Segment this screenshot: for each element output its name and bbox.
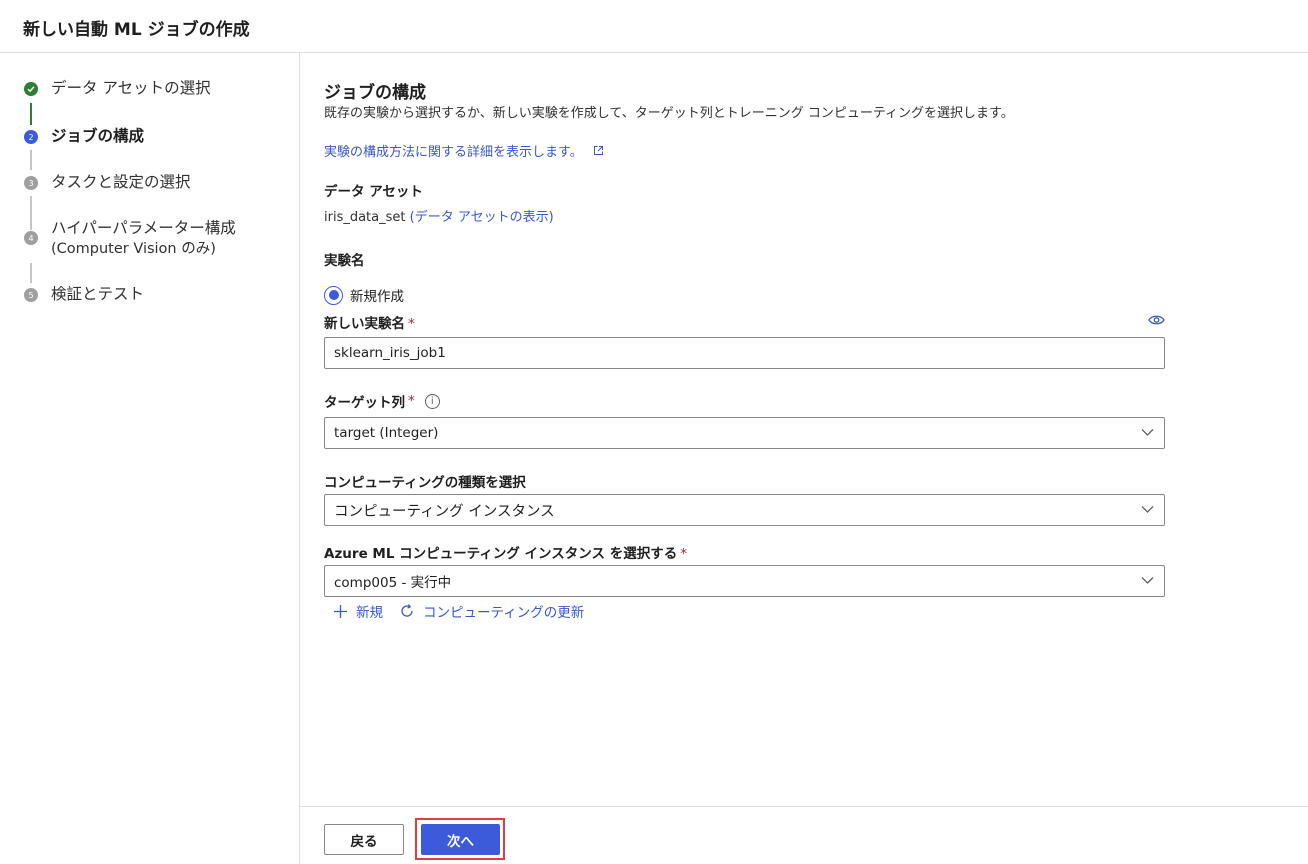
dropdown-value: comp005 - 実行中 <box>334 575 452 591</box>
step-number: 4 <box>24 231 38 245</box>
target-column-dropdown[interactable]: target (Integer) <box>324 417 1165 449</box>
step-data-asset[interactable]: データ アセットの選択 <box>24 78 211 99</box>
new-compute-label: 新規 <box>356 605 383 621</box>
info-icon[interactable]: i <box>424 393 440 409</box>
job-config-panel: ジョブの構成 既存の実験から選択するか、新しい実験を作成して、ターゲット列とトレ… <box>300 53 1308 806</box>
chevron-down-icon <box>1141 577 1154 584</box>
step-connector <box>30 103 32 125</box>
data-asset-value: iris_data_set (データ アセットの表示) <box>324 206 554 225</box>
page-header: 新しい自動 ML ジョブの作成 <box>0 0 1308 53</box>
page-title: 新しい自動 ML ジョブの作成 <box>23 20 250 40</box>
step-connector <box>30 150 32 170</box>
step-validation[interactable]: 5 検証とテスト <box>24 284 144 305</box>
step-label: ジョブの構成 <box>51 127 145 145</box>
compute-instance-label: Azure ML コンピューティング インスタンス を選択する * <box>324 546 687 562</box>
target-column-label: ターゲット列 * i <box>324 391 440 411</box>
new-compute-button[interactable]: 新規 <box>333 601 383 621</box>
learn-more-text: 実験の構成方法に関する詳細を表示します。 <box>324 145 583 160</box>
step-label-secondary: (Computer Vision のみ) <box>51 241 216 257</box>
compute-type-dropdown[interactable]: コンピューティング インスタンス <box>324 494 1165 526</box>
step-number: 2 <box>24 130 38 144</box>
required-marker: * <box>408 393 415 409</box>
wizard-steps-sidebar: データ アセットの選択 2 ジョブの構成 3 タスクと設定の選択 4 ハイパーパ… <box>0 53 300 864</box>
data-asset-name: iris_data_set <box>324 210 406 225</box>
refresh-compute-label: コンピューティングの更新 <box>423 605 585 621</box>
radio-label: 新規作成 <box>350 289 404 305</box>
required-marker: * <box>680 546 687 562</box>
dropdown-value: コンピューティング インスタンス <box>334 503 555 520</box>
experiment-name-section-label: 実験名 <box>324 253 365 269</box>
learn-more-link[interactable]: 実験の構成方法に関する詳細を表示します。 <box>324 141 604 160</box>
refresh-icon <box>401 604 413 617</box>
step-connector <box>30 263 32 283</box>
compute-actions: 新規 コンピューティングの更新 <box>324 601 584 621</box>
data-asset-label: データ アセット <box>324 184 423 200</box>
step-job-config[interactable]: 2 ジョブの構成 <box>24 126 144 147</box>
step-label: データ アセットの選択 <box>51 79 211 97</box>
section-description: 既存の実験から選択するか、新しい実験を作成して、ターゲット列とトレーニング コン… <box>324 106 1014 121</box>
external-link-icon <box>593 146 603 155</box>
eye-icon[interactable] <box>1148 314 1165 326</box>
compute-type-label: コンピューティングの種類を選択 <box>324 475 526 491</box>
refresh-compute-button[interactable]: コンピューティングの更新 <box>399 601 584 621</box>
step-task-settings[interactable]: 3 タスクと設定の選択 <box>24 172 191 193</box>
radio-button[interactable] <box>324 285 343 305</box>
step-number: 5 <box>24 288 38 302</box>
wizard-footer: 戻る 次へ <box>300 806 1308 864</box>
new-experiment-name-label: 新しい実験名 * <box>324 316 415 332</box>
step-label-block: ハイパーパラメーター構成 (Computer Vision のみ) <box>51 218 236 260</box>
plus-icon <box>334 604 347 618</box>
section-title: ジョブの構成 <box>324 83 426 103</box>
required-marker: * <box>408 316 415 332</box>
next-button[interactable]: 次へ <box>421 824 500 855</box>
dropdown-value: target (Integer) <box>334 425 439 441</box>
step-label: 検証とテスト <box>51 285 145 303</box>
radio-create-new[interactable]: 新規作成 <box>324 285 404 305</box>
chevron-down-icon <box>1141 506 1154 513</box>
step-number: 3 <box>24 176 38 190</box>
view-data-asset-link[interactable]: (データ アセットの表示) <box>410 210 554 225</box>
step-label: ハイパーパラメーター構成 <box>51 219 236 237</box>
step-label: タスクと設定の選択 <box>51 173 191 191</box>
compute-instance-dropdown[interactable]: comp005 - 実行中 <box>324 565 1165 597</box>
chevron-down-icon <box>1141 429 1154 436</box>
step-hyperparameters[interactable]: 4 ハイパーパラメーター構成 (Computer Vision のみ) <box>24 218 236 260</box>
experiment-name-input[interactable]: sklearn_iris_job1 <box>324 337 1165 369</box>
check-icon <box>24 82 38 96</box>
back-button[interactable]: 戻る <box>324 824 404 855</box>
